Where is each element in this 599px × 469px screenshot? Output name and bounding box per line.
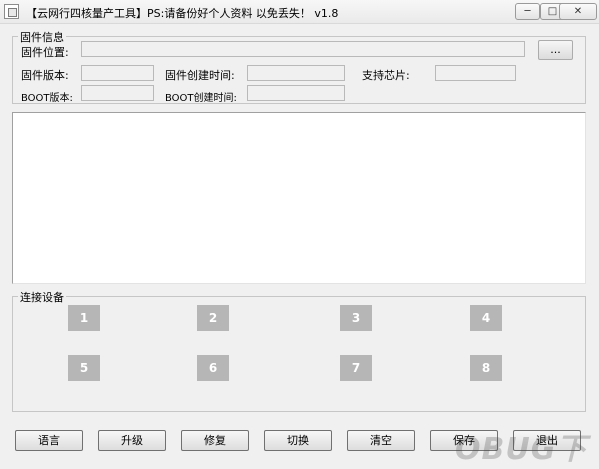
firmware-info-legend: 固件信息 xyxy=(18,29,66,45)
device-slot-7: 7 xyxy=(340,355,372,381)
connected-devices-legend: 连接设备 xyxy=(18,289,66,305)
firmware-location-field[interactable] xyxy=(81,41,525,57)
device-slot-8: 8 xyxy=(470,355,502,381)
supported-chip-field xyxy=(435,65,516,81)
close-button[interactable]: ✕ xyxy=(559,3,597,20)
boot-version-label: BOOT版本: xyxy=(21,93,73,104)
firmware-created-field xyxy=(247,65,345,81)
firmware-created-label: 固件创建时间: xyxy=(165,69,235,82)
app-window-icon xyxy=(4,4,19,19)
device-slot-4: 4 xyxy=(470,305,502,331)
window-title: 【云网行四核量产工具】PS:请备份好个人资料 以免丢失！ v1.8 xyxy=(26,7,339,20)
browse-button[interactable]: ... xyxy=(538,40,573,60)
boot-created-field xyxy=(247,85,345,101)
supported-chip-label: 支持芯片: xyxy=(362,69,410,82)
device-slot-1: 1 xyxy=(68,305,100,331)
language-button[interactable]: 语言 xyxy=(15,430,83,451)
title-bar[interactable]: 【云网行四核量产工具】PS:请备份好个人资料 以免丢失！ v1.8 ─ □ ✕ xyxy=(0,0,599,24)
exit-button[interactable]: 退出 xyxy=(513,430,581,451)
clear-button[interactable]: 清空 xyxy=(347,430,415,451)
switch-button[interactable]: 切换 xyxy=(264,430,332,451)
device-slot-3: 3 xyxy=(340,305,372,331)
firmware-version-label: 固件版本: xyxy=(21,69,69,82)
firmware-location-label: 固件位置: xyxy=(21,46,69,59)
log-output-area[interactable] xyxy=(12,112,586,284)
save-button[interactable]: 保存 xyxy=(430,430,498,451)
device-slot-2: 2 xyxy=(197,305,229,331)
boot-version-field xyxy=(81,85,154,101)
device-slot-5: 5 xyxy=(68,355,100,381)
device-slot-6: 6 xyxy=(197,355,229,381)
repair-button[interactable]: 修复 xyxy=(181,430,249,451)
boot-created-label: BOOT创建时间: xyxy=(165,93,237,104)
firmware-version-field xyxy=(81,65,154,81)
minimize-button[interactable]: ─ xyxy=(515,3,540,20)
upgrade-button[interactable]: 升级 xyxy=(98,430,166,451)
